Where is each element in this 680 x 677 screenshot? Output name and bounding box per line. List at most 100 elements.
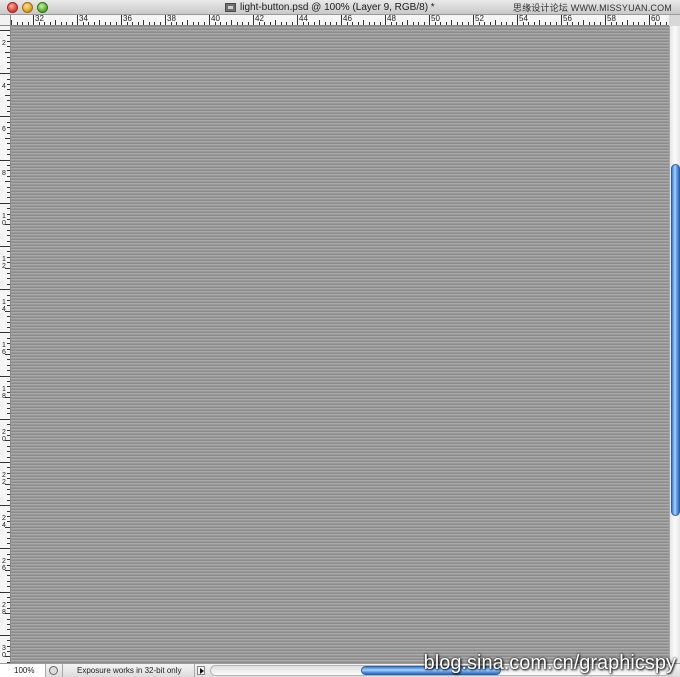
ruler-label: 36 — [123, 15, 132, 23]
document-canvas[interactable] — [11, 26, 669, 663]
ruler-label: 2 — [2, 558, 6, 566]
ruler-tick — [93, 22, 95, 25]
ruler-tick — [401, 22, 403, 25]
ruler-label: 56 — [563, 15, 572, 23]
ruler-tick — [7, 283, 10, 285]
ruler-tick — [0, 591, 10, 593]
ruler-tick — [456, 22, 458, 25]
ruler-label: 1 — [2, 299, 6, 307]
ruler-label: 52 — [475, 15, 484, 23]
ruler-tick — [594, 22, 595, 25]
ruler-tick — [7, 435, 10, 436]
ruler-label: 0 — [2, 219, 6, 227]
ruler-tick — [599, 22, 601, 25]
ruler-tick — [330, 22, 331, 25]
play-arrow-icon[interactable] — [197, 666, 205, 675]
ruler-tick — [104, 22, 106, 25]
ruler-tick — [7, 543, 10, 544]
ruler-tick — [154, 22, 155, 25]
minimize-icon[interactable] — [22, 2, 33, 13]
ruler-tick — [7, 132, 10, 134]
ruler-label: 0 — [2, 435, 6, 443]
ruler-label: 2 — [2, 479, 6, 486]
ruler-label: 0 — [2, 651, 6, 659]
ruler-tick — [71, 22, 73, 25]
ruler-label: 6 — [2, 349, 6, 357]
ruler-label: 2 — [2, 515, 6, 523]
ruler-tick — [555, 22, 557, 25]
ruler-tick — [0, 505, 10, 507]
ruler-tick — [445, 22, 447, 25]
ruler-tick — [7, 607, 10, 609]
ruler-label: 50 — [431, 15, 440, 23]
ruler-tick — [583, 20, 584, 25]
ruler-tick — [7, 564, 10, 566]
watermark-bottom: blog.sina.com.cn/graphicspy — [423, 652, 676, 674]
ruler-tick — [7, 121, 10, 123]
ruler-tick — [577, 22, 579, 25]
status-info-icon[interactable] — [49, 666, 58, 675]
ruler-tick — [324, 22, 326, 25]
ruler-tick — [407, 20, 408, 25]
ruler-tick — [22, 22, 23, 25]
ruler-tick — [7, 413, 10, 415]
ruler-label: 2 — [2, 263, 6, 270]
ruler-tick — [308, 22, 309, 25]
ruler-tick — [7, 381, 10, 382]
ruler-tick — [7, 348, 10, 350]
ruler-tick — [357, 22, 359, 25]
ruler-vertical[interactable]: 24681012141618202224262830 — [0, 26, 11, 663]
ruler-tick — [247, 22, 249, 25]
ruler-tick — [0, 332, 10, 334]
ruler-tick — [7, 597, 10, 598]
ruler-tick — [7, 645, 10, 647]
ruler-tick — [11, 20, 12, 25]
ruler-tick — [7, 624, 10, 625]
ruler-tick — [7, 337, 10, 339]
psd-document-icon — [225, 3, 236, 12]
ruler-tick — [0, 73, 10, 75]
vertical-scroll-thumb[interactable] — [671, 164, 680, 516]
maximize-icon[interactable] — [37, 2, 48, 13]
ruler-tick — [7, 408, 10, 409]
ruler-tick — [517, 15, 518, 25]
ruler-tick — [319, 20, 320, 25]
ruler-tick — [7, 472, 10, 474]
ruler-tick — [253, 15, 254, 25]
ruler-tick — [7, 386, 10, 388]
zoom-level-field[interactable]: 100% — [0, 664, 46, 677]
ruler-tick — [7, 494, 10, 496]
ruler-tick — [7, 192, 10, 193]
ruler-tick — [143, 20, 144, 25]
ruler-label: 42 — [255, 15, 264, 23]
ruler-tick — [495, 20, 496, 25]
ruler-tick — [181, 22, 183, 25]
ruler-tick — [225, 22, 227, 25]
ruler-tick — [7, 532, 10, 534]
ruler-label: 34 — [79, 15, 88, 23]
close-icon[interactable] — [7, 2, 18, 13]
ruler-tick — [7, 46, 10, 48]
ruler-horizontal[interactable]: 32 34 36 38 40 42 44 46 48 50 52 54 56 58 60 — [11, 15, 669, 26]
ruler-tick — [60, 22, 62, 25]
ruler-tick — [7, 553, 10, 555]
ruler-tick — [500, 22, 502, 25]
ruler-tick — [429, 15, 430, 25]
ruler-tick — [7, 100, 10, 102]
ruler-tick — [7, 148, 10, 150]
ruler-tick — [192, 22, 194, 25]
ruler-tick — [99, 20, 100, 25]
ruler-tick — [7, 175, 10, 177]
ruler-label: 4 — [2, 83, 6, 91]
ruler-tick — [605, 15, 606, 25]
ruler-tick — [0, 418, 10, 420]
ruler-tick — [7, 516, 10, 517]
ruler-tick — [7, 57, 10, 58]
ruler-label: 4 — [2, 522, 6, 530]
ruler-origin[interactable] — [0, 15, 11, 26]
ruler-tick — [533, 22, 535, 25]
vertical-scrollbar[interactable] — [669, 26, 680, 663]
ruler-tick — [665, 22, 667, 25]
ruler-tick — [341, 15, 342, 25]
ruler-tick — [209, 15, 210, 25]
